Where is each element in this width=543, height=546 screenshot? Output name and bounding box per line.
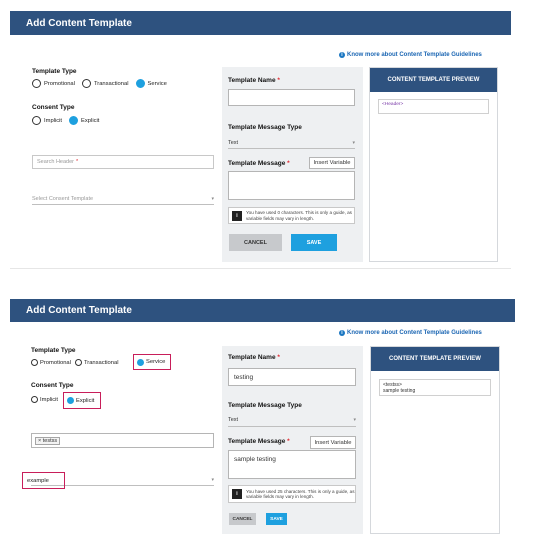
template-message-textarea[interactable]	[228, 171, 355, 200]
info-icon: i	[232, 489, 242, 499]
dialog-title: Add Content Template	[26, 305, 132, 316]
template-name-label: Template Name *	[228, 354, 280, 361]
dialog-title-bar: Add Content Template	[10, 11, 511, 35]
radio-implicit[interactable]	[32, 116, 41, 125]
cancel-button[interactable]: CANCEL	[229, 234, 282, 251]
template-message-label: Template Message *	[228, 438, 290, 445]
consent-type-label: Consent Type	[32, 104, 75, 111]
save-button[interactable]: SAVE	[266, 513, 287, 525]
preview-title: CONTENT TEMPLATE PREVIEW	[370, 68, 497, 92]
radio-transactional[interactable]	[74, 359, 82, 366]
chevron-down-icon: ▾	[211, 476, 214, 483]
dialog-title-bar: Add Content Template	[10, 299, 515, 322]
radio-explicit[interactable]	[67, 397, 74, 404]
radio-implicit[interactable]	[31, 396, 38, 403]
preview-header-tag: <Header>	[382, 102, 404, 107]
preview-title: CONTENT TEMPLATE PREVIEW	[371, 347, 499, 371]
dialog-title: Add Content Template	[26, 17, 132, 29]
radio-promotional[interactable]	[32, 79, 41, 88]
chevron-down-icon: ▾	[353, 417, 356, 423]
insert-variable-button[interactable]: Insert Variable	[310, 436, 356, 449]
radio-promotional[interactable]	[31, 359, 38, 366]
preview-body: sample testing	[383, 388, 416, 394]
preview-message-box: <Header>	[378, 99, 489, 114]
preview-message-box: <testss> sample testing	[379, 379, 491, 396]
guidelines-link[interactable]: i Know more about Content Template Guide…	[339, 52, 482, 58]
message-type-select[interactable]: Text ▾	[228, 414, 356, 427]
template-message-textarea[interactable]: sample testing	[228, 450, 356, 479]
template-type-radio-group: Promotional Transactional	[31, 359, 122, 366]
consent-template-highlight: example	[22, 472, 65, 489]
radio-explicit[interactable]	[69, 116, 79, 125]
consent-template-value: example	[27, 477, 49, 484]
search-header-input[interactable]: Search Header *	[32, 155, 214, 169]
template-type-radio-group: Promotional Transactional Service	[32, 79, 167, 88]
consent-template-select[interactable]: Select Consent Template ▾	[32, 193, 214, 205]
insert-variable-button[interactable]: Insert Variable	[309, 157, 355, 169]
template-name-label: Template Name *	[228, 77, 280, 84]
template-name-input[interactable]: testing	[228, 368, 356, 386]
message-type-label: Template Message Type	[228, 402, 302, 409]
message-type-label: Template Message Type	[228, 124, 302, 131]
header-chip[interactable]: × testss	[35, 436, 61, 445]
character-count-info: i You have used 0 characters. This is on…	[228, 207, 355, 224]
preview-panel: CONTENT TEMPLATE PREVIEW <Header>	[369, 67, 498, 262]
chevron-down-icon: ▾	[211, 195, 214, 202]
explicit-highlight: Explicit	[63, 392, 101, 409]
info-icon: i	[232, 210, 242, 221]
radio-service[interactable]	[137, 358, 144, 366]
divider	[10, 268, 511, 269]
info-icon: i	[339, 330, 345, 336]
search-header-input[interactable]: × testss	[31, 433, 214, 448]
consent-type-radio-group: Implicit	[31, 396, 58, 403]
guidelines-link[interactable]: i Know more about Content Template Guide…	[339, 330, 482, 336]
chevron-down-icon: ▾	[352, 139, 355, 146]
consent-type-label: Consent Type	[31, 382, 74, 389]
consent-type-radio-group: Implicit Explicit	[32, 116, 99, 125]
template-name-input[interactable]	[228, 89, 355, 106]
radio-transactional[interactable]	[81, 79, 91, 88]
preview-panel: CONTENT TEMPLATE PREVIEW <testss> sample…	[370, 346, 500, 534]
message-type-select[interactable]: Text ▾	[228, 137, 355, 149]
template-type-label: Template Type	[31, 347, 76, 354]
info-icon: i	[339, 52, 345, 58]
save-button[interactable]: SAVE	[291, 234, 337, 251]
service-highlight: Service	[133, 354, 171, 370]
radio-service[interactable]	[135, 79, 145, 88]
cancel-button[interactable]: CANCEL	[229, 513, 256, 525]
template-type-label: Template Type	[32, 68, 77, 75]
character-count-info: i You have used 25 characters. This is o…	[228, 485, 356, 503]
template-message-label: Template Message *	[228, 160, 290, 167]
